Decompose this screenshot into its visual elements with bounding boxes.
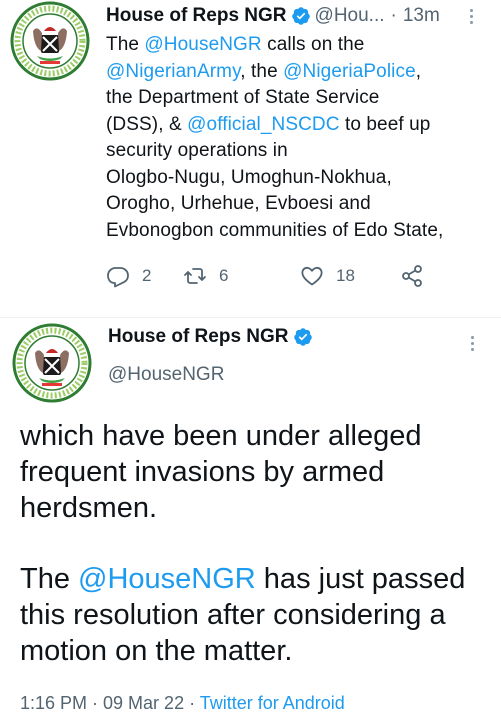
avatar[interactable] xyxy=(12,323,92,403)
reply-count: 2 xyxy=(142,266,152,285)
author-name[interactable]: House of Reps NGR xyxy=(106,5,287,27)
text-line: @NigerianArmy, the @NigeriaPolice, xyxy=(106,59,491,86)
verified-badge-icon xyxy=(293,327,313,347)
like-button[interactable]: 18 xyxy=(300,262,355,290)
house-of-representatives-seal-icon xyxy=(10,1,90,81)
tweet-time[interactable]: 13m xyxy=(403,5,440,27)
retweet-icon xyxy=(184,268,206,284)
mention-link[interactable]: @official_NSCDC xyxy=(187,114,339,135)
more-options-icon[interactable] xyxy=(467,333,477,355)
author-handle[interactable]: @Hou... xyxy=(315,5,385,27)
mention-link[interactable]: @NigeriaPolice xyxy=(283,61,416,82)
avatar[interactable] xyxy=(10,1,90,81)
text-line: Orogho, Urhehue, Evboesi and xyxy=(106,193,371,214)
verified-badge-icon xyxy=(291,6,311,26)
text-line: The @HouseNGR has just passed xyxy=(20,561,490,597)
text-segment: The xyxy=(20,563,79,595)
text-line: this resolution after considering a xyxy=(20,599,446,631)
tweet-source-link[interactable]: Twitter for Android xyxy=(200,693,345,713)
text-segment: to beef up xyxy=(339,113,431,135)
like-count: 18 xyxy=(336,266,355,285)
text-segment: , xyxy=(415,60,422,82)
reply-icon xyxy=(107,267,129,288)
text-segment: calls on the xyxy=(261,34,365,55)
tweet-metadata: 1:16 PM · 09 Mar 22 · Twitter for Androi… xyxy=(20,693,345,714)
text-segment: (DSS), & xyxy=(106,113,188,135)
text-line: frequent invasions by armed xyxy=(20,456,385,488)
tweet-timestamp[interactable]: 1:16 PM · 09 Mar 22 · xyxy=(20,693,200,713)
share-button[interactable] xyxy=(400,262,436,290)
text-line: Ologbo-Nugu, Umoghun-Nokhua, xyxy=(106,166,392,188)
text-line: Evbonogbon communities of Edo State, xyxy=(106,219,444,241)
retweet-button[interactable]: 6 xyxy=(183,262,228,290)
text-segment: The xyxy=(106,34,145,55)
text-line: motion on the matter. xyxy=(20,635,293,667)
tweet-1[interactable]: House of Reps NGR @Hou... · 13m The @Hou… xyxy=(0,0,501,320)
heart-icon xyxy=(301,266,323,286)
text-line: (DSS), & @official_NSCDC to beef up xyxy=(106,112,491,139)
text-line: which have been under alleged xyxy=(20,420,422,452)
text-line: herdsmen. xyxy=(20,492,158,524)
separator-dot: · xyxy=(390,5,397,26)
more-options-icon[interactable] xyxy=(466,6,476,28)
text-line: the Department of State Service xyxy=(106,87,380,108)
share-icon xyxy=(402,265,422,287)
mention-link[interactable]: @HouseNGR xyxy=(144,34,261,55)
text-segment: , the xyxy=(240,60,284,82)
tweet-text: The @HouseNGR calls on the @NigerianArmy… xyxy=(106,32,491,244)
mention-link[interactable]: @HouseNGR xyxy=(78,563,256,595)
tweet-text: which have been under alleged frequent i… xyxy=(20,418,490,669)
tweet-actions: 2 6 18 xyxy=(106,262,436,290)
reply-button[interactable]: 2 xyxy=(106,262,151,290)
text-segment: has just passed xyxy=(255,563,466,595)
author-name-row: House of Reps NGR xyxy=(108,326,317,348)
mention-link[interactable]: @NigerianArmy xyxy=(106,61,240,82)
author-handle[interactable]: @HouseNGR xyxy=(108,364,224,386)
text-line: security operations in xyxy=(106,140,288,161)
tweet-header: House of Reps NGR @Hou... · 13m xyxy=(106,3,471,29)
retweet-count: 6 xyxy=(219,266,229,285)
house-of-representatives-seal-icon xyxy=(12,323,92,403)
author-name[interactable]: House of Reps NGR xyxy=(108,326,289,348)
text-line: The @HouseNGR calls on the xyxy=(106,32,491,59)
